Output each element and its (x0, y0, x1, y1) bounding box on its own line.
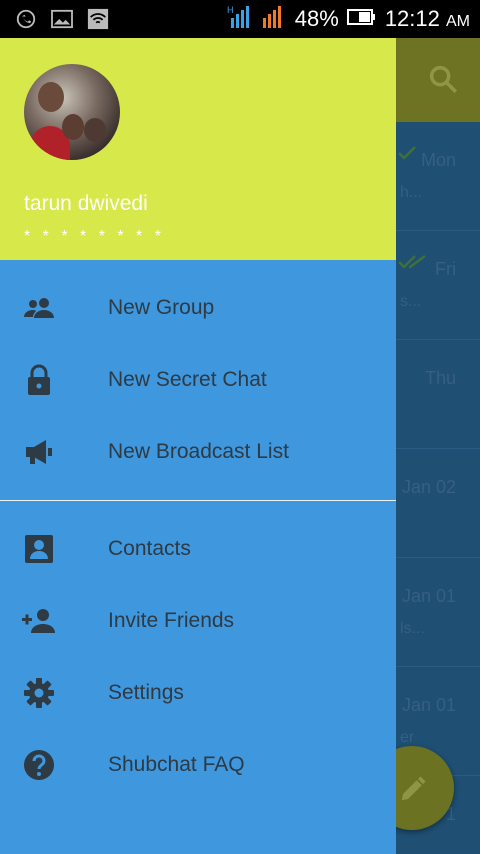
drawer-menu: New Group New Secret Chat New Broadcast … (0, 272, 396, 801)
avatar[interactable] (24, 64, 120, 160)
check-icon (398, 146, 416, 165)
menu-item-new-group[interactable]: New Group (0, 272, 396, 344)
menu-item-label: New Broadcast List (108, 440, 289, 463)
search-icon[interactable] (426, 62, 460, 101)
menu-item-new-secret-chat[interactable]: New Secret Chat (0, 344, 396, 416)
drawer-header: tarun dwivedi * * * * * * * * (0, 38, 396, 260)
double-check-icon (398, 254, 426, 274)
menu-item-invite-friends[interactable]: Invite Friends (0, 585, 396, 657)
svg-text:H: H (227, 5, 234, 15)
user-phone: * * * * * * * * (24, 228, 165, 245)
chat-list: Mon h... Fri s... Thu Jan 02 Jan 01 ls..… (396, 122, 480, 854)
chat-preview: er (400, 729, 415, 746)
navigation-drawer: tarun dwivedi * * * * * * * * New Group … (0, 38, 396, 854)
chat-row[interactable]: Thu (396, 340, 480, 449)
menu-item-new-broadcast-list[interactable]: New Broadcast List (0, 416, 396, 488)
battery-percent: 48% (294, 6, 339, 31)
chat-date: Thu (424, 368, 456, 388)
menu-item-label: Shubchat FAQ (108, 753, 245, 776)
menu-item-contacts[interactable]: Contacts (0, 513, 396, 585)
clock-time: 12:12 (384, 6, 440, 31)
chat-date: Jan 02 (401, 477, 456, 497)
chat-row[interactable]: Jan 02 (396, 449, 480, 558)
lock-icon (22, 363, 56, 397)
gallery-icon (50, 7, 74, 31)
menu-item-label: Invite Friends (108, 609, 235, 632)
add-person-icon (22, 604, 56, 638)
menu-item-label: Settings (108, 681, 184, 704)
broadcast-icon (22, 435, 56, 469)
menu-item-faq[interactable]: Shubchat FAQ (0, 729, 396, 801)
menu-item-label: New Secret Chat (108, 368, 267, 391)
chat-date: Jan 01 (401, 695, 456, 715)
battery-icon (346, 8, 377, 31)
help-icon (22, 748, 56, 782)
chat-date: Mon (420, 150, 456, 170)
chat-preview: ls... (400, 620, 425, 637)
chat-row[interactable]: Jan 01 ls... (396, 558, 480, 667)
signal-icon: H (227, 4, 287, 35)
chat-date: Jan 01 (401, 586, 456, 606)
chat-date: Fri (435, 259, 456, 279)
chat-row[interactable]: Fri s... (396, 231, 480, 340)
menu-divider (0, 500, 396, 501)
contacts-icon (22, 532, 56, 566)
chat-preview: s... (400, 293, 422, 310)
pencil-icon (398, 774, 428, 809)
status-bar: H 48% 12:12 AM (0, 0, 480, 38)
gear-icon (22, 676, 56, 710)
whatsapp-icon (14, 7, 38, 31)
wifi-icon (86, 7, 110, 31)
chat-row[interactable]: Mon h... (396, 122, 480, 231)
group-icon (22, 291, 56, 325)
clock-ampm: AM (446, 13, 470, 30)
menu-item-label: New Group (108, 296, 215, 319)
menu-item-label: Contacts (108, 537, 191, 560)
clock: 12:12 AM (385, 6, 470, 32)
chat-preview: h... (400, 184, 423, 201)
user-name: tarun dwivedi (24, 192, 148, 215)
menu-item-settings[interactable]: Settings (0, 657, 396, 729)
